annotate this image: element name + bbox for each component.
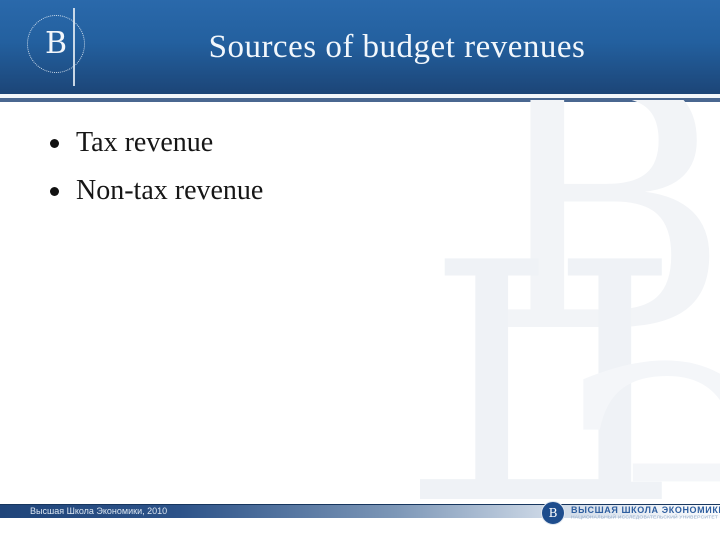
hse-emblem-glyph: В [44, 26, 68, 61]
hse-badge-text: ВЫСШАЯ ШКОЛА ЭКОНОМИКИ НАЦИОНАЛЬНЫЙ ИССЛ… [571, 505, 720, 521]
hse-badge-glyph: В [548, 506, 558, 520]
hse-badge-seal-icon: В [541, 501, 565, 525]
hse-badge-subtitle: НАЦИОНАЛЬНЫЙ ИССЛЕДОВАТЕЛЬСКИЙ УНИВЕРСИТ… [571, 514, 719, 520]
watermark-letter: Э [560, 305, 720, 503]
bullet-item: Tax revenue [40, 127, 500, 159]
header-bar: В Sources of budget revenues [0, 0, 720, 94]
bullet-dot-icon [50, 186, 59, 196]
watermark-letter: В [480, 100, 720, 408]
bullet-dot-icon [50, 139, 59, 148]
slide-title: Sources of budget revenues [208, 28, 586, 65]
presentation-slide: В Sources of budget revenues В Ш Э Tax r… [0, 0, 720, 540]
bullet-label: Non-tax revenue [76, 174, 264, 206]
bullet-item: Non-tax revenue [40, 174, 500, 207]
bullet-label: Tax revenue [76, 127, 214, 158]
header-separator-line [0, 98, 720, 102]
hse-seal-inner: В [34, 22, 78, 66]
content-area: Tax revenue Non-tax revenue [40, 127, 500, 224]
bullet-list: Tax revenue Non-tax revenue [40, 127, 500, 207]
watermark-letter: Ш [420, 193, 680, 502]
footer-hse-badge: В ВЫСШАЯ ШКОЛА ЭКОНОМИКИ НАЦИОНАЛЬНЫЙ ИС… [541, 500, 720, 526]
